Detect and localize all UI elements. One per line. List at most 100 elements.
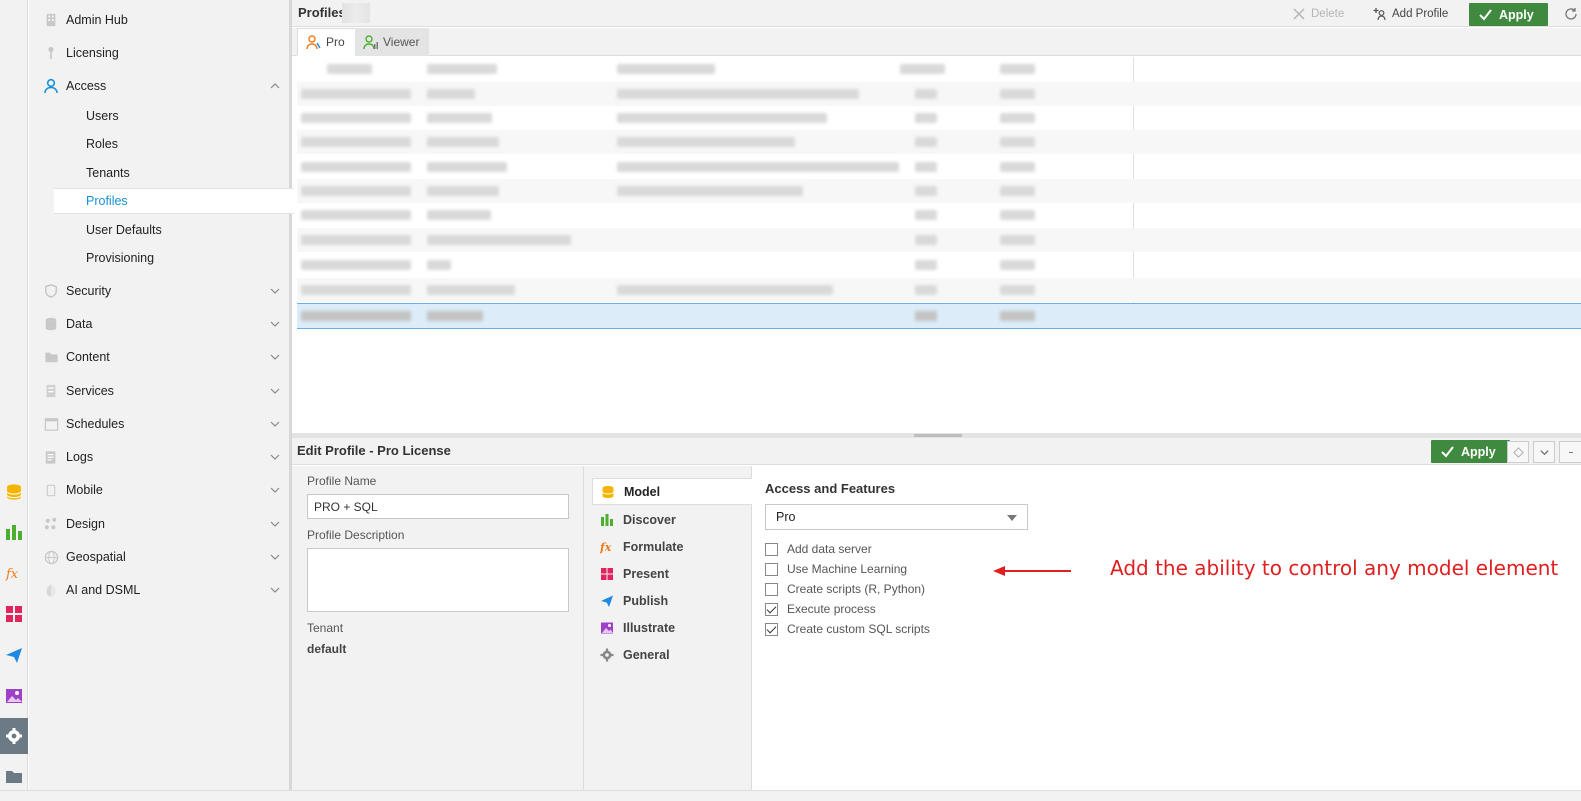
module-present[interactable]: Present bbox=[592, 560, 752, 587]
bar-chart-icon[interactable] bbox=[0, 514, 28, 550]
profile-name-label: Profile Name bbox=[307, 474, 377, 488]
tab-pro[interactable]: Pro bbox=[297, 28, 356, 56]
tab-viewer[interactable]: Viewer bbox=[355, 28, 430, 56]
nav-item-admin-hub[interactable]: Admin Hub bbox=[29, 6, 292, 34]
fx-icon[interactable]: fx bbox=[0, 555, 28, 591]
refresh-button[interactable] bbox=[1564, 3, 1581, 24]
admin-nav-sidebar: Admin Hub Licensing Access Users Roles T… bbox=[29, 0, 294, 790]
nav-item-content[interactable]: Content bbox=[29, 343, 292, 371]
delete-button[interactable]: Delete bbox=[1292, 3, 1344, 24]
profile-description-input[interactable] bbox=[307, 548, 569, 612]
access-features-title: Access and Features bbox=[765, 481, 896, 496]
paper-plane-icon[interactable] bbox=[0, 637, 28, 673]
module-general[interactable]: General bbox=[592, 641, 752, 668]
chevron-down-icon bbox=[270, 421, 280, 427]
nav-item-ai-dsml[interactable]: AI and DSML bbox=[29, 576, 292, 604]
table-row[interactable] bbox=[297, 155, 1581, 179]
checkbox[interactable] bbox=[765, 582, 778, 596]
feature-execute-process[interactable]: Execute process bbox=[765, 600, 876, 618]
bottom-status-bar bbox=[0, 790, 1581, 801]
nav-item-label: Security bbox=[66, 284, 112, 298]
checkbox-checked[interactable] bbox=[765, 602, 778, 616]
nav-item-label: Admin Hub bbox=[66, 13, 128, 27]
nav-item-design[interactable]: Design bbox=[29, 510, 292, 538]
profile-tabs: Pro Viewer bbox=[292, 28, 1581, 56]
edit-apply-button[interactable]: Apply bbox=[1431, 440, 1510, 463]
caret-down-icon bbox=[1007, 515, 1017, 521]
feature-create-custom-sql[interactable]: Create custom SQL scripts bbox=[765, 620, 930, 638]
apply-button[interactable]: Apply bbox=[1469, 3, 1548, 26]
nav-item-mobile[interactable]: Mobile bbox=[29, 476, 292, 504]
database-icon[interactable] bbox=[0, 474, 28, 510]
access-features-panel: Access and Features Pro Add data server … bbox=[752, 466, 1581, 790]
folder-icon bbox=[43, 349, 59, 365]
nav-sub-users[interactable]: Users bbox=[29, 103, 292, 129]
table-row[interactable] bbox=[297, 203, 1581, 227]
checkbox[interactable] bbox=[765, 562, 778, 576]
nav-item-schedules[interactable]: Schedules bbox=[29, 410, 292, 438]
nav-sub-roles[interactable]: Roles bbox=[29, 131, 292, 157]
paper-plane-icon bbox=[601, 595, 613, 607]
more-button[interactable] bbox=[1559, 441, 1581, 463]
more-icon bbox=[1568, 451, 1573, 453]
add-profile-button[interactable]: Add Profile bbox=[1373, 3, 1448, 24]
gear-icon[interactable] bbox=[0, 718, 28, 754]
feature-add-data-server[interactable]: Add data server bbox=[765, 540, 872, 558]
gear-icon bbox=[600, 648, 614, 661]
folder-icon[interactable] bbox=[0, 758, 28, 794]
diamond-button[interactable] bbox=[1507, 441, 1529, 463]
module-illustrate[interactable]: Illustrate bbox=[592, 614, 752, 641]
nav-item-data[interactable]: Data bbox=[29, 310, 292, 338]
nav-item-services[interactable]: Services bbox=[29, 377, 292, 405]
feature-use-machine-learning[interactable]: Use Machine Learning bbox=[765, 560, 907, 578]
grid-icon[interactable] bbox=[0, 596, 28, 632]
fx-icon: fx bbox=[600, 541, 612, 554]
checkbox[interactable] bbox=[765, 542, 778, 556]
nav-item-licensing[interactable]: Licensing bbox=[29, 39, 292, 67]
feature-create-scripts[interactable]: Create scripts (R, Python) bbox=[765, 580, 925, 598]
table-header-row bbox=[297, 57, 1581, 81]
access-level-select[interactable]: Pro bbox=[765, 504, 1028, 530]
table-row[interactable] bbox=[297, 278, 1581, 302]
collapse-button[interactable] bbox=[1533, 441, 1555, 463]
calendar-icon bbox=[43, 416, 59, 432]
chevron-up-icon bbox=[270, 83, 280, 89]
nav-item-label: Geospatial bbox=[66, 550, 126, 564]
module-discover[interactable]: Discover bbox=[592, 506, 752, 533]
nav-sub-provisioning[interactable]: Provisioning bbox=[29, 245, 292, 271]
chevron-down-icon bbox=[270, 521, 280, 527]
refresh-icon bbox=[1565, 7, 1577, 20]
nav-sub-profiles[interactable]: Profiles bbox=[54, 188, 294, 214]
svg-text:fx: fx bbox=[5, 567, 19, 582]
tenant-label: Tenant bbox=[307, 621, 344, 635]
table-row[interactable] bbox=[297, 179, 1581, 203]
nav-item-label: Content bbox=[66, 350, 110, 364]
nav-item-label: Access bbox=[66, 79, 107, 93]
table-row[interactable] bbox=[297, 106, 1581, 130]
module-formulate[interactable]: fx Formulate bbox=[592, 533, 752, 560]
module-publish[interactable]: Publish bbox=[592, 587, 752, 614]
database-icon bbox=[43, 316, 59, 332]
check-icon bbox=[1441, 446, 1454, 458]
nav-sub-user-defaults[interactable]: User Defaults bbox=[29, 217, 292, 243]
chevron-down-icon bbox=[270, 487, 280, 493]
splitter-handle[interactable] bbox=[914, 434, 962, 437]
nav-item-security[interactable]: Security bbox=[29, 277, 292, 305]
tenant-value: default bbox=[307, 642, 347, 656]
profile-name-input[interactable] bbox=[307, 494, 569, 519]
nav-item-label: Licensing bbox=[66, 46, 119, 60]
module-model[interactable]: Model bbox=[592, 478, 752, 505]
nav-item-geospatial[interactable]: Geospatial bbox=[29, 543, 292, 571]
table-row-selected[interactable] bbox=[297, 303, 1581, 329]
chevron-down-icon bbox=[270, 288, 280, 294]
svg-text:fx: fx bbox=[600, 541, 612, 554]
table-row[interactable] bbox=[297, 130, 1581, 154]
nav-item-access[interactable]: Access bbox=[29, 72, 292, 100]
nav-sub-tenants[interactable]: Tenants bbox=[29, 160, 292, 186]
image-icon[interactable] bbox=[0, 678, 28, 714]
table-row[interactable] bbox=[297, 253, 1581, 277]
table-row[interactable] bbox=[297, 82, 1581, 106]
checkbox-checked[interactable] bbox=[765, 622, 778, 636]
nav-item-logs[interactable]: Logs bbox=[29, 443, 292, 471]
table-row[interactable] bbox=[297, 228, 1581, 252]
